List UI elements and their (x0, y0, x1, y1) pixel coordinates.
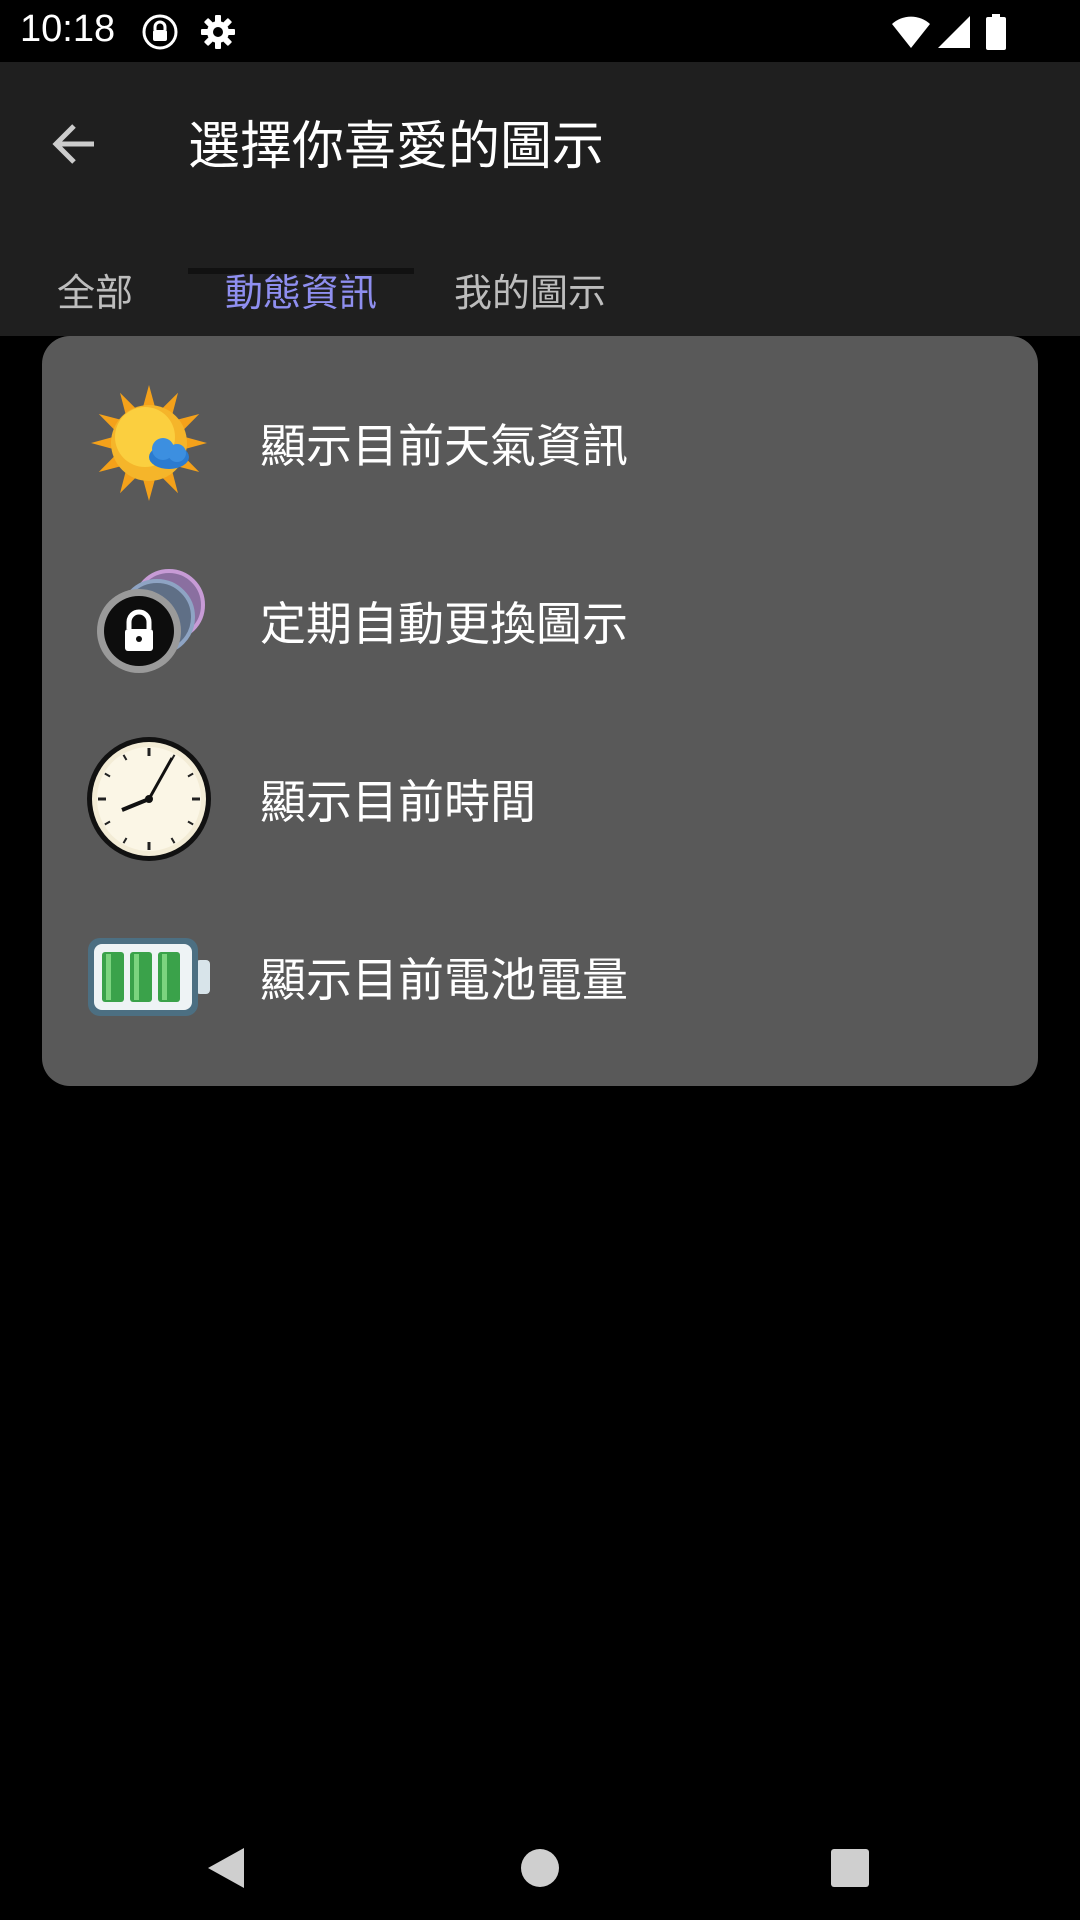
nav-recents-button[interactable] (810, 1830, 890, 1910)
list-item-time[interactable]: 顯示目前時間 (42, 710, 1038, 888)
list-item-auto-change[interactable]: 定期自動更換圖示 (42, 532, 1038, 710)
nav-back-button[interactable] (186, 1830, 266, 1910)
nav-home-button[interactable] (500, 1830, 580, 1910)
status-time: 10:18 (20, 8, 116, 50)
weather-sun-cloud-icon (82, 376, 216, 510)
status-bar: 10:18 (0, 0, 1080, 62)
home-circle-icon (518, 1846, 562, 1894)
recents-square-icon (829, 1847, 871, 1893)
tab-bar: 全部 動態資訊 我的圖示 (0, 242, 1080, 336)
app-bar: 選擇你喜愛的圖示 全部 動態資訊 我的圖示 (0, 62, 1080, 336)
list-item-label: 定期自動更換圖示 (260, 597, 628, 651)
list-item-label: 顯示目前時間 (260, 775, 536, 829)
list-item-weather[interactable]: 顯示目前天氣資訊 (42, 354, 1038, 532)
navigation-bar (0, 1810, 1080, 1920)
list-item-label: 顯示目前電池電量 (260, 953, 628, 1007)
wifi-icon (890, 12, 932, 56)
battery-level-icon (82, 910, 216, 1044)
clock-icon (82, 732, 216, 866)
battery-icon (984, 12, 1008, 56)
tab-dynamic-info[interactable]: 動態資訊 (188, 242, 414, 336)
tab-all[interactable]: 全部 (30, 242, 160, 336)
back-triangle-icon (202, 1844, 250, 1896)
tab-label: 全部 (56, 270, 133, 315)
page-title: 選擇你喜愛的圖示 (188, 117, 605, 177)
gear-icon (198, 12, 238, 56)
arrow-left-icon (48, 118, 100, 174)
dynamic-info-card: 顯示目前天氣資訊 定期自動更換圖示 顯示目前時間 顯示目前電池電量 (42, 336, 1038, 1086)
tab-label: 我的圖示 (453, 270, 606, 315)
tab-indicator (188, 268, 414, 274)
back-button[interactable] (34, 106, 114, 186)
list-item-label: 顯示目前天氣資訊 (260, 419, 628, 473)
list-item-battery[interactable]: 顯示目前電池電量 (42, 888, 1038, 1066)
tab-my-icons[interactable]: 我的圖示 (440, 242, 620, 336)
lock-circle-icon (140, 12, 180, 56)
signal-icon (936, 12, 972, 56)
rotating-lock-icon (82, 554, 216, 688)
